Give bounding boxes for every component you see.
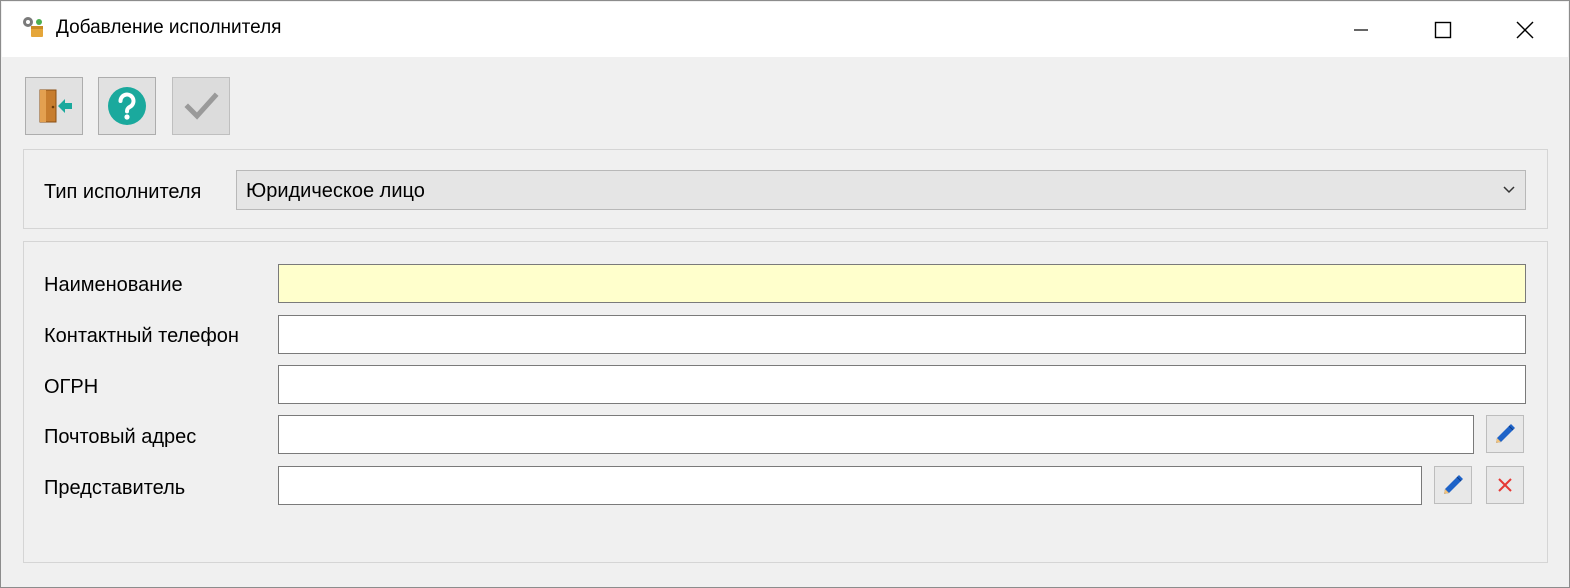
executor-type-value: Юридическое лицо	[246, 180, 425, 202]
minimize-button[interactable]	[1320, 2, 1402, 57]
pen-icon	[1496, 424, 1515, 443]
app-icon	[19, 14, 47, 42]
window-title: Добавление исполнителя	[56, 17, 282, 38]
postal-address-label: Почтовый адрес	[44, 426, 197, 448]
executor-type-label: Тип исполнителя	[44, 181, 202, 203]
representative-label: Представитель	[44, 477, 186, 499]
clear-representative-button[interactable]	[1486, 466, 1524, 504]
postal-address-field[interactable]	[278, 415, 1474, 454]
edit-representative-button[interactable]	[1434, 466, 1472, 504]
help-icon	[108, 87, 146, 125]
representative-field[interactable]	[278, 466, 1422, 505]
phone-label: Контактный телефон	[44, 325, 239, 347]
ogrn-label: ОГРН	[44, 376, 99, 398]
phone-field[interactable]	[278, 315, 1526, 354]
delete-icon	[1498, 478, 1512, 492]
exit-door-icon	[39, 89, 72, 123]
close-icon	[1516, 21, 1534, 38]
ogrn-field[interactable]	[278, 365, 1526, 404]
pen-icon	[1444, 475, 1463, 494]
exit-button[interactable]	[25, 77, 83, 135]
name-field[interactable]	[278, 264, 1526, 303]
dialog-window: Добавление исполнителя Тип исполнителя Ю…	[0, 0, 1570, 588]
minimize-icon	[1354, 28, 1368, 31]
help-button[interactable]	[98, 77, 156, 135]
checkmark-icon	[184, 92, 219, 120]
chevron-down-icon	[1503, 186, 1515, 194]
maximize-button[interactable]	[1402, 2, 1484, 57]
name-label: Наименование	[44, 274, 183, 296]
confirm-button[interactable]	[172, 77, 230, 135]
title-bar: Добавление исполнителя	[2, 2, 1568, 57]
edit-postal-address-button[interactable]	[1486, 415, 1524, 453]
maximize-icon	[1434, 21, 1452, 38]
close-button[interactable]	[1484, 2, 1566, 57]
executor-type-select[interactable]: Юридическое лицо	[236, 170, 1526, 210]
